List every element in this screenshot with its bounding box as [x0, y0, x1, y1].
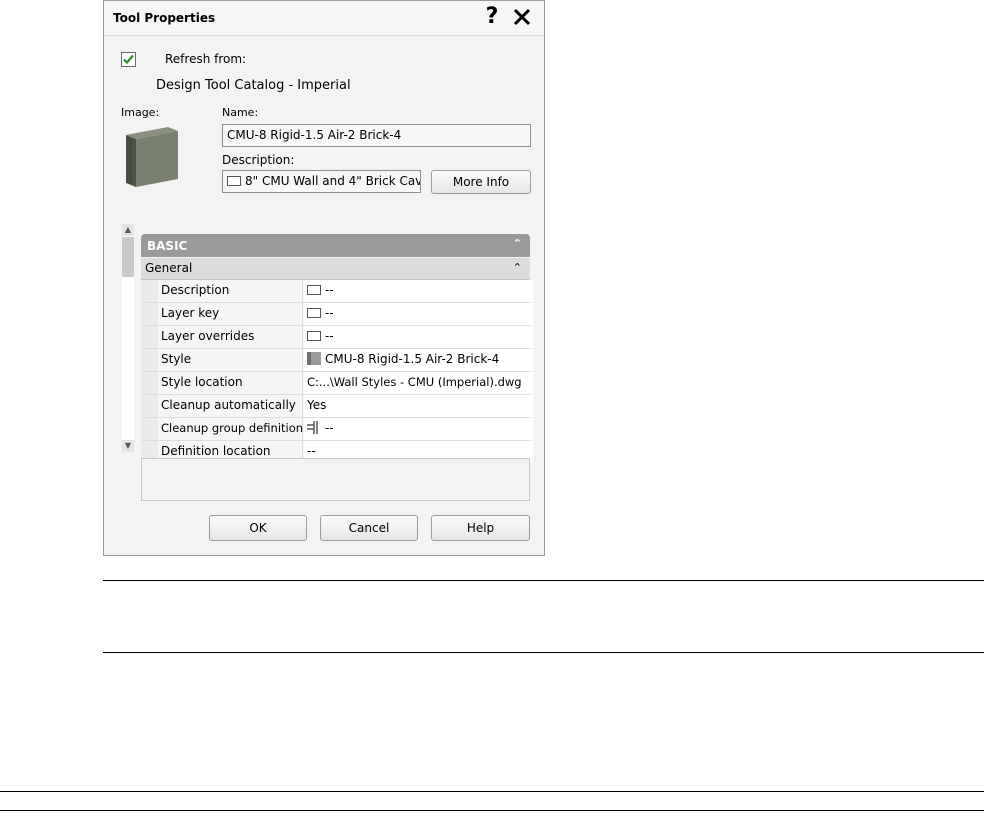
double-chevron-up-icon[interactable]: ⌃ [513, 237, 522, 250]
chevron-up-icon[interactable]: ⌃ [513, 261, 522, 274]
property-key: Cleanup automatically [158, 395, 303, 417]
message-icon [307, 330, 321, 341]
property-row[interactable]: Cleanup automatically Yes [141, 395, 533, 418]
property-key: Cleanup group definition [158, 418, 303, 440]
group-label: General [145, 261, 193, 275]
divider [0, 791, 984, 792]
property-value[interactable]: CMU-8 Rigid-1.5 Air-2 Brick-4 [304, 349, 533, 371]
property-value[interactable]: -- [304, 326, 533, 348]
dialog-title: Tool Properties [113, 11, 216, 25]
property-key: Layer key [158, 303, 303, 325]
message-icon [227, 175, 241, 186]
checkmark-icon [123, 54, 134, 65]
scroll-thumb[interactable] [122, 237, 134, 277]
property-value[interactable]: -- [304, 418, 533, 440]
image-label: Image: [121, 106, 160, 119]
name-label: Name: [222, 106, 259, 119]
description-label: Description: [222, 153, 295, 167]
refresh-label: Refresh from: [165, 52, 247, 66]
tool-properties-dialog: Tool Properties ? Refresh from: Design T… [103, 0, 545, 556]
property-row[interactable]: Cleanup group definition -- [141, 418, 533, 441]
wall-tool-image [126, 127, 178, 187]
property-key: Style [158, 349, 303, 371]
scroll-down-icon[interactable]: ▼ [122, 440, 134, 452]
scroll-up-icon[interactable]: ▲ [122, 224, 134, 236]
category-basic[interactable]: BASIC ⌃ [141, 234, 530, 257]
property-row[interactable]: Layer key -- [141, 303, 533, 326]
help-icon[interactable]: ? [482, 5, 502, 29]
property-key: Style location [158, 372, 303, 394]
property-row[interactable]: Style CMU-8 Rigid-1.5 Air-2 Brick-4 [141, 349, 533, 372]
close-icon[interactable] [511, 6, 533, 28]
divider [103, 580, 984, 581]
wall-style-icon [307, 352, 321, 365]
divider [103, 652, 984, 653]
property-row[interactable]: Style location C:...\Wall Styles - CMU (… [141, 372, 533, 395]
property-rows: Description -- Layer key -- Layer overri… [141, 280, 533, 464]
message-icon [307, 307, 321, 318]
help-button[interactable]: Help [431, 515, 530, 541]
group-general[interactable]: General ⌃ [141, 258, 530, 280]
cancel-button[interactable]: Cancel [320, 515, 418, 541]
name-input[interactable]: CMU-8 Rigid-1.5 Air-2 Brick-4 [222, 124, 531, 147]
property-value[interactable]: -- [304, 303, 533, 325]
description-input[interactable]: 8" CMU Wall and 4" Brick Cav [222, 170, 421, 193]
category-label: BASIC [147, 239, 188, 253]
property-key: Layer overrides [158, 326, 303, 348]
refresh-checkbox[interactable] [121, 52, 136, 67]
property-row[interactable]: Layer overrides -- [141, 326, 533, 349]
properties-grid: BASIC ⌃ General ⌃ Description -- Layer k… [141, 234, 533, 464]
property-value[interactable]: Yes [304, 395, 533, 417]
property-row[interactable]: Description -- [141, 280, 533, 303]
ok-button[interactable]: OK [209, 515, 307, 541]
divider [0, 810, 984, 811]
property-description-pane [141, 458, 530, 501]
title-bar: Tool Properties ? [104, 1, 544, 36]
property-value[interactable]: C:...\Wall Styles - CMU (Imperial).dwg [304, 372, 533, 394]
property-value[interactable]: -- [304, 280, 533, 302]
description-value: 8" CMU Wall and 4" Brick Cav [245, 174, 421, 188]
more-info-button[interactable]: More Info [431, 170, 531, 194]
catalog-name: Design Tool Catalog - Imperial [156, 78, 351, 93]
property-key: Description [158, 280, 303, 302]
properties-scrollbar[interactable]: ▲ ▼ [122, 224, 134, 452]
message-icon [307, 284, 321, 295]
cleanup-group-icon [307, 421, 318, 434]
